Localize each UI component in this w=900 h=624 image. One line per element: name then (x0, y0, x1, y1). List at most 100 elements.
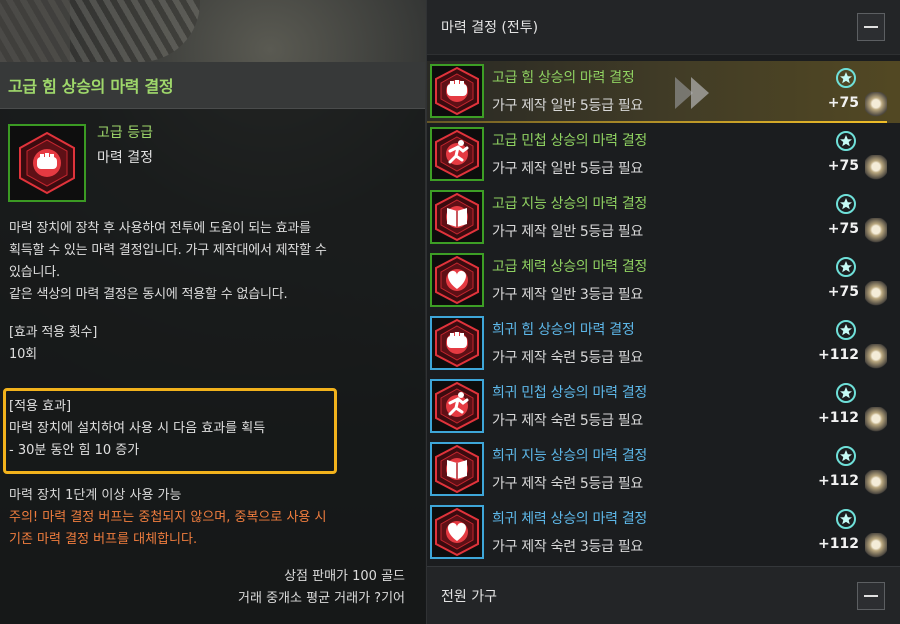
mastery-badge-icon (835, 382, 857, 404)
lamp-icon (865, 470, 887, 496)
recipe-requirement: 가구 제작 일반 5등급 필요 (492, 98, 644, 114)
mastery-badge-icon (835, 67, 857, 89)
recipe-name: 희귀 체력 상승의 마력 결정 (492, 511, 647, 527)
tooltip-header: 고급 힘 상승의 마력 결정 (0, 62, 425, 109)
lamp-icon (865, 155, 887, 181)
lamp-icon (865, 281, 887, 307)
fist-icon (435, 66, 479, 116)
apply-count-value: 10회 (9, 347, 37, 362)
recipe-requirement: 가구 제작 일반 3등급 필요 (492, 287, 644, 303)
recipe-requirement: 가구 제작 일반 5등급 필요 (492, 224, 644, 240)
recipe-row[interactable]: 고급 지능 상승의 마력 결정가구 제작 일반 5등급 필요 +75 (427, 187, 900, 249)
effect-line: - 30분 동안 힘 10 증가 (9, 443, 140, 458)
recipe-requirement: 가구 제작 숙련 5등급 필요 (492, 476, 644, 492)
mastery-badge-icon (835, 193, 857, 215)
recipe-name: 희귀 지능 상승의 마력 결정 (492, 448, 647, 464)
tooltip-grade: 고급 등급 (97, 125, 153, 141)
section-header[interactable]: 마력 결정 (전투) (427, 0, 900, 55)
fist-icon (435, 318, 479, 368)
recipe-icon (430, 127, 484, 181)
mastery-badge-icon (835, 319, 857, 341)
character-shadow-background (0, 0, 70, 62)
usage-section: 마력 장치 1단계 이상 사용 가능 주의! 마력 결정 버프는 중첩되지 않으… (9, 485, 326, 551)
book-icon (435, 192, 479, 242)
mastery-badge-icon (835, 256, 857, 278)
description-line: 있습니다. (9, 265, 60, 280)
recipe-bonus: +112 (818, 410, 859, 426)
heart-icon (435, 255, 479, 305)
effect-line: 마력 장치에 설치하여 사용 시 다음 효과를 획득 (9, 421, 266, 436)
collapse-button[interactable] (857, 581, 885, 610)
recipe-bonus: +75 (827, 158, 859, 174)
mastery-badge-icon (835, 130, 857, 152)
recipe-bonus: +75 (827, 284, 859, 300)
recipe-row[interactable]: 희귀 민첩 상승의 마력 결정가구 제작 숙련 5등급 필요 +112 (427, 376, 900, 438)
recipe-requirement: 가구 제작 숙련 3등급 필요 (492, 539, 644, 555)
tooltip-title: 고급 힘 상승의 마력 결정 (8, 77, 174, 96)
apply-count-title: [효과 적용 횟수] (9, 325, 98, 340)
recipe-icon (430, 190, 484, 244)
section-header-furniture[interactable]: 전원 가구 (427, 566, 900, 624)
recipe-name: 고급 지능 상승의 마력 결정 (492, 196, 647, 212)
recipe-bonus: +75 (827, 95, 859, 111)
recipe-requirement: 가구 제작 숙련 5등급 필요 (492, 413, 644, 429)
mastery-badge-icon (835, 445, 857, 467)
recipe-row[interactable]: 고급 민첩 상승의 마력 결정가구 제작 일반 5등급 필요 +75 (427, 124, 900, 186)
minus-icon (864, 26, 878, 28)
shop-price: 상점 판매가 100 골드 (284, 569, 405, 584)
effect-section: [적용 효과] 마력 장치에 설치하여 사용 시 다음 효과를 획득 - 30분… (9, 396, 265, 462)
description-line: 같은 색상의 마력 결정은 동시에 적용할 수 없습니다. (9, 287, 288, 302)
recipe-row[interactable]: 희귀 지능 상승의 마력 결정가구 제작 숙련 5등급 필요 +112 (427, 439, 900, 501)
recipe-row[interactable]: 희귀 힘 상승의 마력 결정가구 제작 숙련 5등급 필요 +112 (427, 313, 900, 375)
recipe-row[interactable]: 희귀 체력 상승의 마력 결정가구 제작 숙련 3등급 필요 +112 (427, 502, 900, 564)
lamp-icon (865, 92, 887, 118)
minus-icon (864, 594, 878, 597)
recipe-row[interactable]: 고급 힘 상승의 마력 결정가구 제작 일반 5등급 필요 +75 (427, 61, 900, 123)
effect-title: [적용 효과] (9, 399, 72, 414)
recipe-bonus: +75 (827, 221, 859, 237)
lamp-icon (865, 407, 887, 433)
lamp-icon (865, 533, 887, 559)
usage-requirement: 마력 장치 1단계 이상 사용 가능 (9, 488, 182, 503)
recipe-icon (430, 253, 484, 307)
fist-crystal-icon (19, 131, 75, 195)
recipe-requirement: 가구 제작 일반 5등급 필요 (492, 161, 644, 177)
description-line: 마력 장치에 장착 후 사용하여 전투에 도움이 되는 효과를 (9, 221, 311, 236)
tooltip-item-icon (8, 124, 86, 202)
selection-arrow-icon (675, 77, 709, 109)
section-title-furniture: 전원 가구 (441, 588, 497, 605)
running-man-icon (435, 381, 479, 431)
recipe-requirement: 가구 제작 숙련 5등급 필요 (492, 350, 644, 366)
recipe-row[interactable]: 고급 체력 상승의 마력 결정가구 제작 일반 3등급 필요 +75 (427, 250, 900, 312)
heart-icon (435, 507, 479, 557)
recipe-name: 희귀 힘 상승의 마력 결정 (492, 322, 635, 338)
market-price: 거래 중개소 평균 거래가 ?기어 (238, 591, 405, 606)
item-tooltip: 고급 힘 상승의 마력 결정 고급 등급 마력 결정 마력 장치에 장착 후 사… (0, 62, 425, 624)
tooltip-description: 마력 장치에 장착 후 사용하여 전투에 도움이 되는 효과를 획득할 수 있는… (9, 218, 414, 366)
mastery-badge-icon (835, 508, 857, 530)
recipe-name: 고급 힘 상승의 마력 결정 (492, 70, 635, 86)
recipe-bonus: +112 (818, 536, 859, 552)
collapse-button[interactable] (857, 13, 885, 41)
recipe-icon (430, 64, 484, 118)
recipe-icon (430, 505, 484, 559)
section-title: 마력 결정 (전투) (441, 20, 539, 36)
recipe-name: 고급 체력 상승의 마력 결정 (492, 259, 647, 275)
recipe-icon (430, 316, 484, 370)
book-icon (435, 444, 479, 494)
recipe-icon (430, 379, 484, 433)
running-man-icon (435, 129, 479, 179)
recipe-bonus: +112 (818, 347, 859, 363)
warning-line: 기존 마력 결정 버프를 대체합니다. (9, 532, 198, 547)
crafting-list-panel: 마력 결정 (전투) 고급 힘 상승의 마력 결정가구 제작 일반 5등급 필요… (426, 0, 900, 624)
recipe-name: 희귀 민첩 상승의 마력 결정 (492, 385, 647, 401)
lamp-icon (865, 218, 887, 244)
tooltip-item-type: 마력 결정 (97, 150, 153, 166)
lamp-icon (865, 344, 887, 370)
description-line: 획득할 수 있는 마력 결정입니다. 가구 제작대에서 제작할 수 (9, 243, 327, 258)
warning-line: 주의! 마력 결정 버프는 중첩되지 않으며, 중복으로 사용 시 (9, 510, 327, 525)
price-section: 상점 판매가 100 골드 거래 중개소 평균 거래가 ?기어 (238, 566, 405, 610)
recipe-icon (430, 442, 484, 496)
recipe-name: 고급 민첩 상승의 마력 결정 (492, 133, 647, 149)
recipe-bonus: +112 (818, 473, 859, 489)
